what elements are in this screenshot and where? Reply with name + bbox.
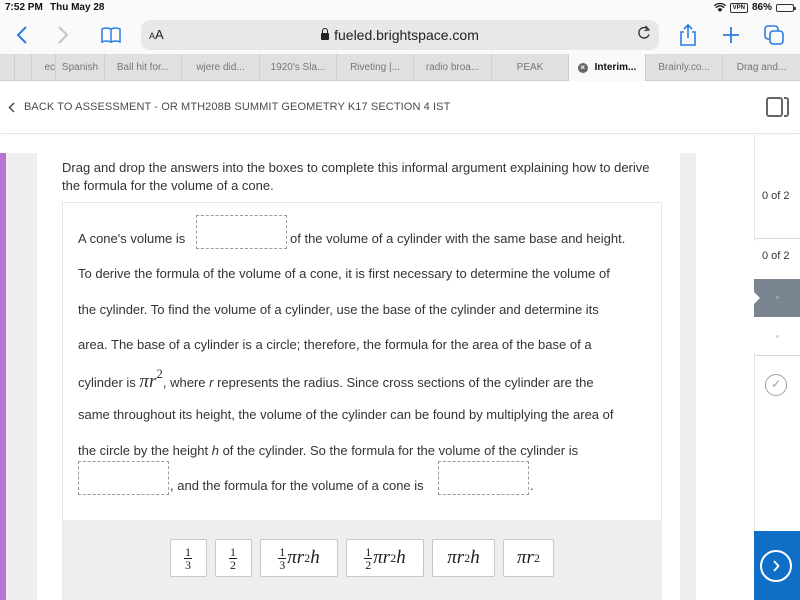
book-icon [101,27,121,43]
status-date: Thu May 28 [50,2,105,13]
lock-icon [321,28,330,40]
group-progress-count: 0 of 2 [762,250,790,262]
line-3: the cylinder. To find the volume of a cy… [78,302,599,317]
drop-zone-3[interactable] [438,461,529,495]
tab[interactable] [15,54,32,81]
browser-toolbar: AA fueled.brightspace.com [0,16,800,54]
left-gutter [6,153,37,600]
status-time: 7:52 PM [5,2,43,13]
answer-tile-one-third-pi-r2-h[interactable]: 1 3 πr 2 h [260,539,338,577]
tab[interactable]: Spanish [56,54,105,81]
tab[interactable] [0,54,15,81]
line-6: same throughout its height, the volume o… [78,407,614,422]
argument-text-box: A cone's volume is of the volume of a cy… [62,202,662,520]
battery-percent: 86% [751,2,772,13]
share-button[interactable] [673,20,703,50]
status-right: VPN 86% [713,2,796,13]
tabs-icon [764,25,784,45]
plus-icon [723,27,739,43]
line-7: the circle by the height h of the cylind… [78,443,579,458]
line-1: A cone's volume is [78,231,186,246]
status-bar: 7:52 PM Thu May 28 VPN 86% [0,0,800,16]
answer-tile-one-third[interactable]: 13 [170,539,207,577]
line-2: To derive the formula of the volume of a… [78,266,610,281]
tab[interactable]: PEAK [492,54,569,81]
answer-tile-pi-r2-h[interactable]: πr 2 h [432,539,495,577]
tab[interactable]: Drag and... [723,54,800,81]
answer-tile-one-half[interactable]: 12 [215,539,252,577]
battery-icon [776,3,796,12]
wifi-icon [713,3,726,12]
answer-tile-pi-r2[interactable]: πr 2 [503,539,554,577]
line-8: , and the formula for the volume of a co… [170,478,424,493]
check-circle-icon[interactable]: ✓ [765,374,787,396]
panel-toggle-button[interactable] [766,97,790,117]
section-progress-count: 0 of 2 [762,190,790,202]
tabs-overview-button[interactable] [759,20,789,50]
chevron-right-icon [58,26,69,44]
tab[interactable]: Riveting |... [337,54,414,81]
nav-question-1-current[interactable] [754,279,800,317]
page-header: BACK TO ASSESSMENT - OR MTH208B SUMMIT G… [0,82,800,134]
back-button[interactable] [7,20,37,50]
reload-button[interactable] [637,25,651,44]
nav-question-2[interactable] [754,318,800,356]
tab[interactable]: Ball hit for... [105,54,182,81]
chevron-left-icon [16,26,27,44]
pi-r-squared-math: πr2 [139,366,163,392]
right-gutter [680,153,696,600]
line-8-end: . [530,478,534,493]
tab[interactable]: ec [32,54,56,81]
forward-button[interactable] [48,20,78,50]
vpn-badge: VPN [729,2,748,13]
chevron-right-circle-icon [760,550,792,582]
address-bar[interactable]: AA fueled.brightspace.com [141,20,659,50]
line-1b: of the volume of a cylinder with the sam… [290,231,626,246]
tab-active[interactable]: × Interim... [569,54,646,81]
close-tab-icon[interactable]: × [577,62,588,73]
tab[interactable]: wjere did... [182,54,260,81]
bookmarks-button[interactable] [96,20,126,50]
tab[interactable]: radio broa... [414,54,492,81]
drop-zone-1[interactable] [196,215,287,249]
new-tab-button[interactable] [716,20,746,50]
back-link-text: BACK TO ASSESSMENT - OR MTH208B SUMMIT G… [24,101,451,113]
line-5: cylinder is πr2, where r represents the … [78,366,594,392]
tab-strip: ec Spanish Ball hit for... wjere did... … [0,54,800,81]
tab[interactable]: Brainly.co... [646,54,723,81]
reload-icon [638,25,651,39]
chevron-left-icon [8,101,15,113]
question-instructions: Drag and drop the answers into the boxes… [62,160,650,193]
tab[interactable]: 1920's Sla... [260,54,337,81]
back-to-assessment-link[interactable]: BACK TO ASSESSMENT - OR MTH208B SUMMIT G… [8,101,450,113]
url-text: fueled.brightspace.com [334,27,479,43]
share-icon [680,24,696,46]
drop-zone-2[interactable] [78,461,169,495]
panel-icon [766,97,783,117]
answer-tile-one-half-pi-r2-h[interactable]: 1 2 πr 2 h [346,539,424,577]
next-question-button[interactable] [754,531,800,600]
line-4: area. The base of a cylinder is a circle… [78,337,592,352]
